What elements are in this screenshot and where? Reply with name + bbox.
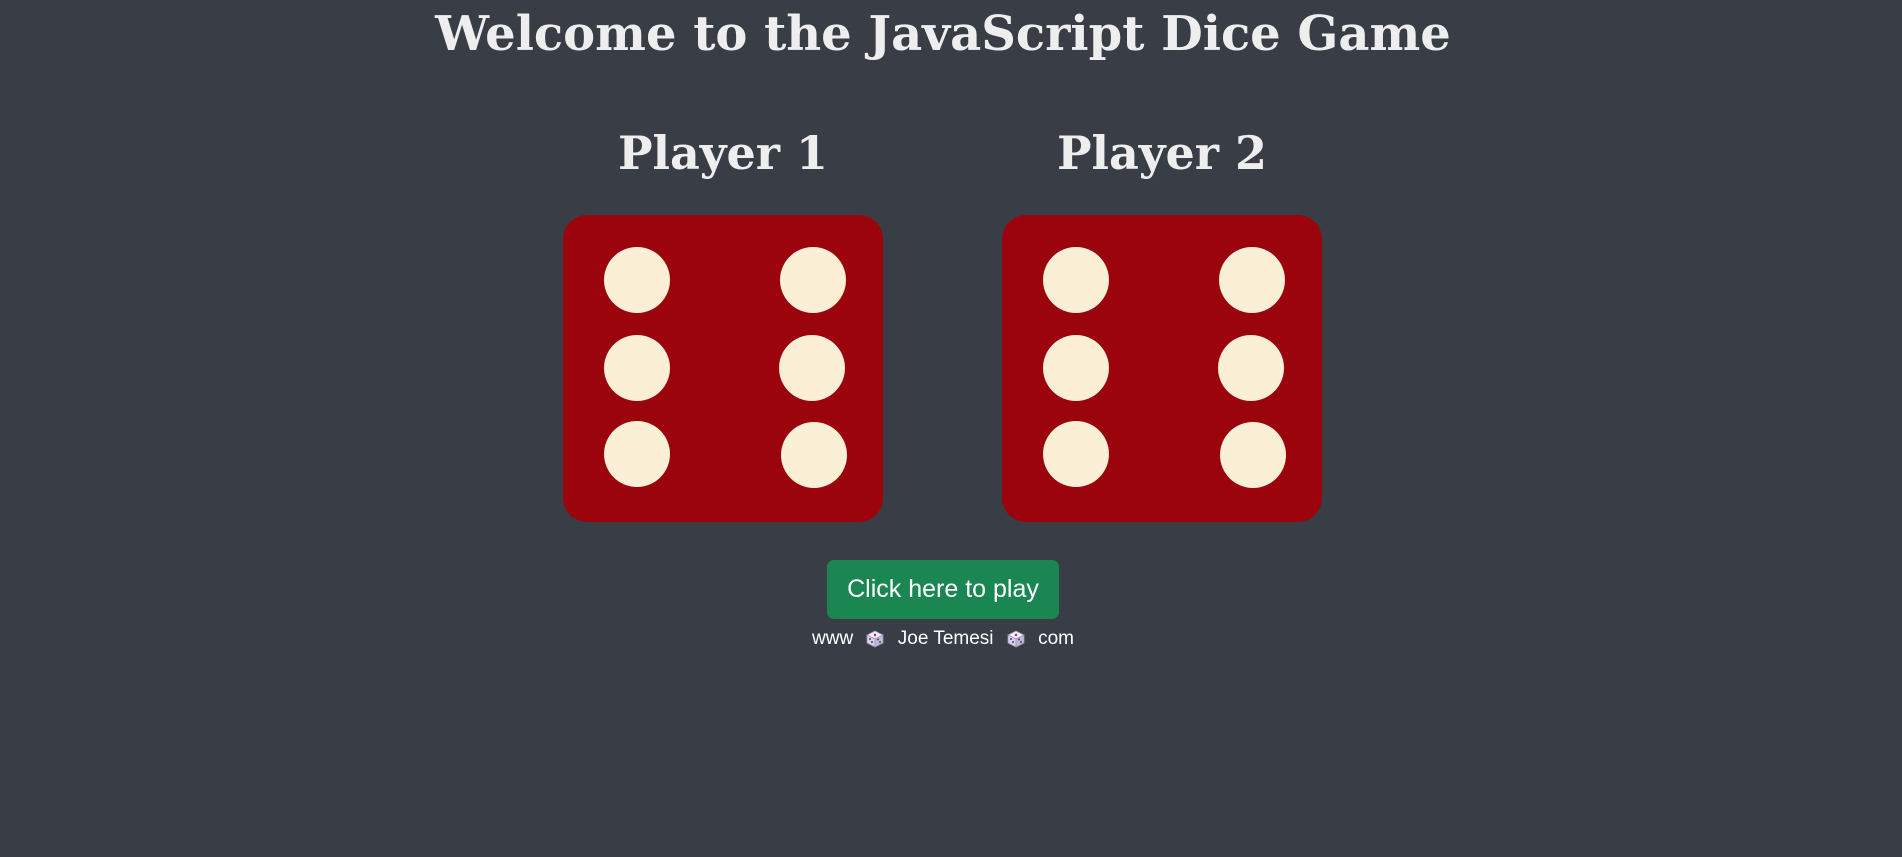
die-pip [781, 422, 847, 488]
player-2-die [1002, 215, 1322, 522]
player-2-title: Player 2 [1056, 126, 1268, 180]
die-icon [866, 630, 885, 648]
footer-credit: www Joe Temesi com [0, 628, 1886, 650]
player-1-die [563, 215, 883, 522]
die-pip [1218, 335, 1284, 401]
die-pip [604, 247, 670, 313]
play-button[interactable]: Click here to play [827, 560, 1059, 619]
die-pip [779, 335, 845, 401]
die-pip [1043, 421, 1109, 487]
die-pip [604, 421, 670, 487]
die-pip [1043, 335, 1109, 401]
die-icon [1006, 630, 1025, 648]
die-pip [1043, 247, 1109, 313]
die-pip [780, 247, 846, 313]
die-pip [1219, 247, 1285, 313]
footer-name: Joe Temesi [897, 628, 994, 649]
page-title: Welcome to the JavaScript Dice Game [435, 6, 1451, 62]
player-2-panel: Player 2 [1002, 120, 1322, 522]
footer-suffix: com [1038, 628, 1074, 649]
die-pip [604, 335, 670, 401]
die-pip [1220, 422, 1286, 488]
footer-prefix: www [812, 628, 854, 649]
player-1-panel: Player 1 [563, 120, 883, 522]
player-1-title: Player 1 [617, 126, 829, 180]
